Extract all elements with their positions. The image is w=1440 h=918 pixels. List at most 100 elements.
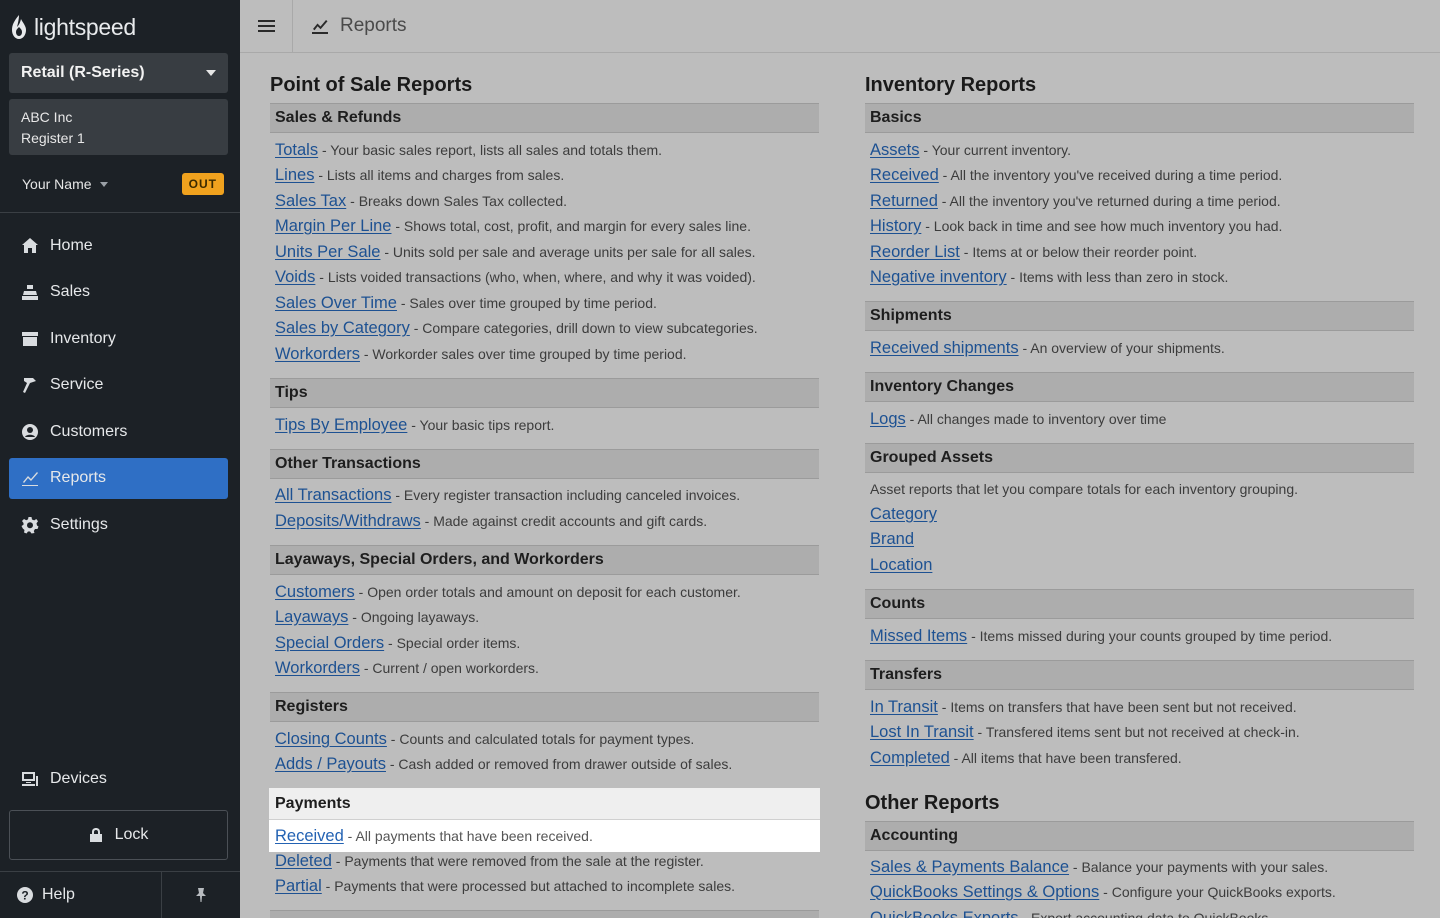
section-title-other: Other Reports <box>865 792 1000 814</box>
register-info[interactable]: ABC Inc Register 1 <box>9 99 228 155</box>
report-link-all-transactions[interactable]: All Transactions <box>275 486 391 504</box>
report-link-in-transit[interactable]: In Transit <box>870 698 938 716</box>
report-desc: - Counts and calculated totals for payme… <box>386 731 695 747</box>
report-link-category[interactable]: Category <box>870 505 937 523</box>
user-name: Your Name <box>22 176 92 192</box>
report-row: Location <box>870 553 1414 578</box>
report-link-units-per-sale[interactable]: Units Per Sale <box>275 243 380 261</box>
help-label: Help <box>42 886 75 903</box>
report-row: In Transit - Items on transfers that hav… <box>870 695 1414 720</box>
report-desc: - Breaks down Sales Tax collected. <box>346 193 567 209</box>
report-link-partial-payments[interactable]: Partial <box>275 877 322 895</box>
report-row: Missed Items - Items missed during your … <box>870 624 1414 649</box>
report-link-deposits-withdraws[interactable]: Deposits/Withdraws <box>275 512 421 530</box>
report-link-special-orders[interactable]: Special Orders <box>275 634 384 652</box>
report-link-received-inventory[interactable]: Received <box>870 166 939 184</box>
user-menu[interactable]: Your Name OUT <box>22 171 224 197</box>
report-link-voids[interactable]: Voids <box>275 268 315 286</box>
report-link-sales-payments-balance[interactable]: Sales & Payments Balance <box>870 858 1069 876</box>
report-link-closing-counts[interactable]: Closing Counts <box>275 730 387 748</box>
report-link-margin-per-line[interactable]: Margin Per Line <box>275 217 391 235</box>
report-link-lines[interactable]: Lines <box>275 166 314 184</box>
group-heading-accounting: Accounting <box>865 821 1414 851</box>
group-heading-basics: Basics <box>865 103 1414 133</box>
report-desc: - Made against credit accounts and gift … <box>420 513 708 529</box>
report-link-open-workorders[interactable]: Workorders <box>275 659 360 677</box>
store-selector[interactable]: Retail (R-Series) <box>9 53 228 93</box>
report-link-reorder-list[interactable]: Reorder List <box>870 243 960 261</box>
inventory-icon <box>22 331 38 346</box>
group-heading-grouped-assets: Grouped Assets <box>865 443 1414 473</box>
report-desc: - All the inventory you've returned duri… <box>937 193 1281 209</box>
report-link-sales-tax[interactable]: Sales Tax <box>275 192 346 210</box>
report-link-deleted-payments[interactable]: Deleted <box>275 852 332 870</box>
nav-item-reports[interactable]: Reports <box>9 457 228 499</box>
report-link-received-shipments[interactable]: Received shipments <box>870 339 1019 357</box>
report-row: Special Orders - Special order items. <box>275 631 819 656</box>
nav-item-sales[interactable]: Sales <box>9 272 228 313</box>
report-row: Customers - Open order totals and amount… <box>275 580 819 605</box>
pin-sidebar-button[interactable] <box>162 872 240 918</box>
report-row: Margin Per Line - Shows total, cost, pro… <box>275 214 819 239</box>
register-name: Register 1 <box>21 130 85 146</box>
reports-content: Point of Sale Reports Sales & Refunds To… <box>240 54 1440 918</box>
report-link-sales-over-time[interactable]: Sales Over Time <box>275 294 397 312</box>
nav-label: Inventory <box>50 329 116 347</box>
report-link-brand[interactable]: Brand <box>870 530 914 548</box>
report-link-adds-payouts[interactable]: Adds / Payouts <box>275 755 386 773</box>
group-heading-layaways: Layaways, Special Orders, and Workorders <box>270 545 819 575</box>
settings-icon <box>21 516 39 533</box>
report-link-received-payments[interactable]: Received <box>275 827 344 845</box>
report-link-location[interactable]: Location <box>870 556 932 574</box>
help-button[interactable]: ? Help <box>0 872 162 918</box>
report-row: Lines - Lists all items and charges from… <box>275 163 819 188</box>
report-desc: - Open order totals and amount on deposi… <box>354 584 741 600</box>
nav-item-customers[interactable]: Customers <box>9 411 228 452</box>
report-link-lost-in-transit[interactable]: Lost In Transit <box>870 723 974 741</box>
nav-item-home[interactable]: Home <box>9 225 228 266</box>
nav-item-service[interactable]: Service <box>9 365 228 406</box>
report-link-quickbooks-settings[interactable]: QuickBooks Settings & Options <box>870 883 1099 901</box>
page-title: Reports <box>293 15 407 37</box>
nav-label: Customers <box>50 422 128 440</box>
page-title-text: Reports <box>340 15 407 36</box>
report-link-totals[interactable]: Totals <box>275 141 318 159</box>
group-heading-payments: Payments <box>269 788 820 820</box>
report-row: Returned - All the inventory you've retu… <box>870 189 1414 214</box>
chevron-down-icon <box>206 70 216 76</box>
report-row: Totals - Your basic sales report, lists … <box>275 138 819 163</box>
group-heading-registers: Registers <box>270 692 819 722</box>
report-link-negative-inventory[interactable]: Negative inventory <box>870 268 1007 286</box>
report-link-logs[interactable]: Logs <box>870 410 906 428</box>
report-row: Category <box>870 502 1414 527</box>
report-desc: - Payments that were processed but attac… <box>321 878 735 894</box>
clock-out-badge[interactable]: OUT <box>181 173 224 195</box>
nav-item-devices[interactable]: Devices <box>9 758 228 799</box>
report-row: Received - All the inventory you've rece… <box>870 163 1414 188</box>
menu-toggle-button[interactable] <box>240 0 293 53</box>
report-link-workorder-sales[interactable]: Workorders <box>275 345 360 363</box>
report-link-completed[interactable]: Completed <box>870 749 950 767</box>
report-link-sales-by-category[interactable]: Sales by Category <box>275 319 410 337</box>
service-icon <box>23 378 36 393</box>
report-link-missed-items[interactable]: Missed Items <box>870 627 967 645</box>
report-row: Deposits/Withdraws - Made against credit… <box>275 509 819 534</box>
report-row: History - Look back in time and see how … <box>870 214 1414 239</box>
nav-item-settings[interactable]: Settings <box>9 504 228 545</box>
report-link-history[interactable]: History <box>870 217 921 235</box>
report-link-customers[interactable]: Customers <box>275 583 355 601</box>
report-link-tips-by-employee[interactable]: Tips By Employee <box>275 416 407 434</box>
report-link-quickbooks-exports[interactable]: QuickBooks Exports <box>870 909 1019 918</box>
report-desc: - Look back in time and see how much inv… <box>921 218 1283 234</box>
report-row: Sales by Category - Compare categories, … <box>275 316 819 341</box>
report-desc: - Configure your QuickBooks exports. <box>1099 884 1336 900</box>
group-heading-transfers: Transfers <box>865 660 1414 690</box>
section-title-inventory: Inventory Reports <box>865 74 1037 96</box>
lightspeed-logo[interactable]: lightspeed <box>10 12 136 42</box>
report-link-layaways[interactable]: Layaways <box>275 608 348 626</box>
nav-item-inventory[interactable]: Inventory <box>9 318 228 359</box>
lock-icon <box>89 828 102 842</box>
report-link-returned[interactable]: Returned <box>870 192 938 210</box>
lock-button[interactable]: Lock <box>9 810 228 860</box>
report-link-assets[interactable]: Assets <box>870 141 920 159</box>
